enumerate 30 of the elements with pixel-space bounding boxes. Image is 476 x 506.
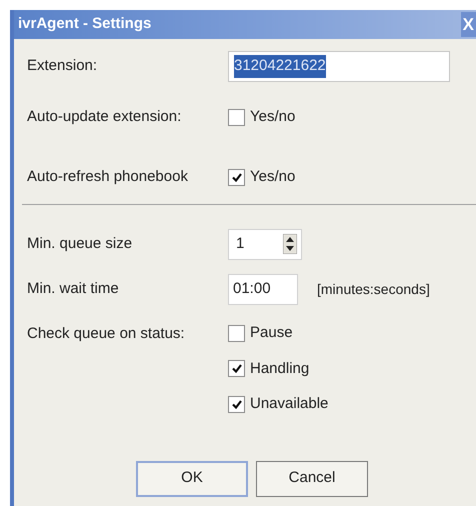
queue-size-spinner[interactable]: 1 [228, 228, 302, 260]
checkbox-label: Unavailable [250, 394, 328, 414]
checkbox-label: Pause [250, 323, 293, 343]
field-hint: [minutes:seconds] [317, 280, 430, 299]
checkbox-label: Yes/no [250, 106, 296, 127]
checkbox[interactable] [228, 168, 245, 186]
field-label: Extension: [27, 56, 98, 76]
checkbox[interactable] [228, 108, 245, 126]
field-label: Auto-refresh phonebook [27, 166, 189, 187]
dialog-button[interactable]: Cancel [256, 460, 368, 496]
dialog-button[interactable]: OK [136, 460, 248, 496]
field-value: 31204221622 [234, 55, 326, 78]
checkbox[interactable] [228, 324, 245, 342]
extension-field[interactable]: 31204221622 [228, 51, 450, 82]
checkmark-icon [232, 400, 242, 409]
checkbox-label: Handling [250, 358, 310, 378]
window-title: ivrAgent - Settings [18, 14, 152, 34]
field-value: 01:00 [233, 279, 271, 300]
checkmark-icon [232, 364, 242, 374]
field-label: Check queue on status: [27, 324, 186, 344]
checkbox[interactable] [228, 360, 245, 378]
checkbox-label: Yes/no [250, 166, 296, 187]
field-label: Auto-update extension: [27, 106, 182, 127]
spinner-value: 1 [236, 234, 244, 254]
field-label: Min. wait time [27, 279, 120, 300]
wait-time-field[interactable]: 01:00 [228, 274, 298, 305]
field-label: Min. queue size [27, 234, 134, 254]
checkmark-icon [232, 172, 242, 182]
up-down-arrows-icon [283, 234, 297, 254]
checkbox[interactable] [228, 396, 245, 413]
